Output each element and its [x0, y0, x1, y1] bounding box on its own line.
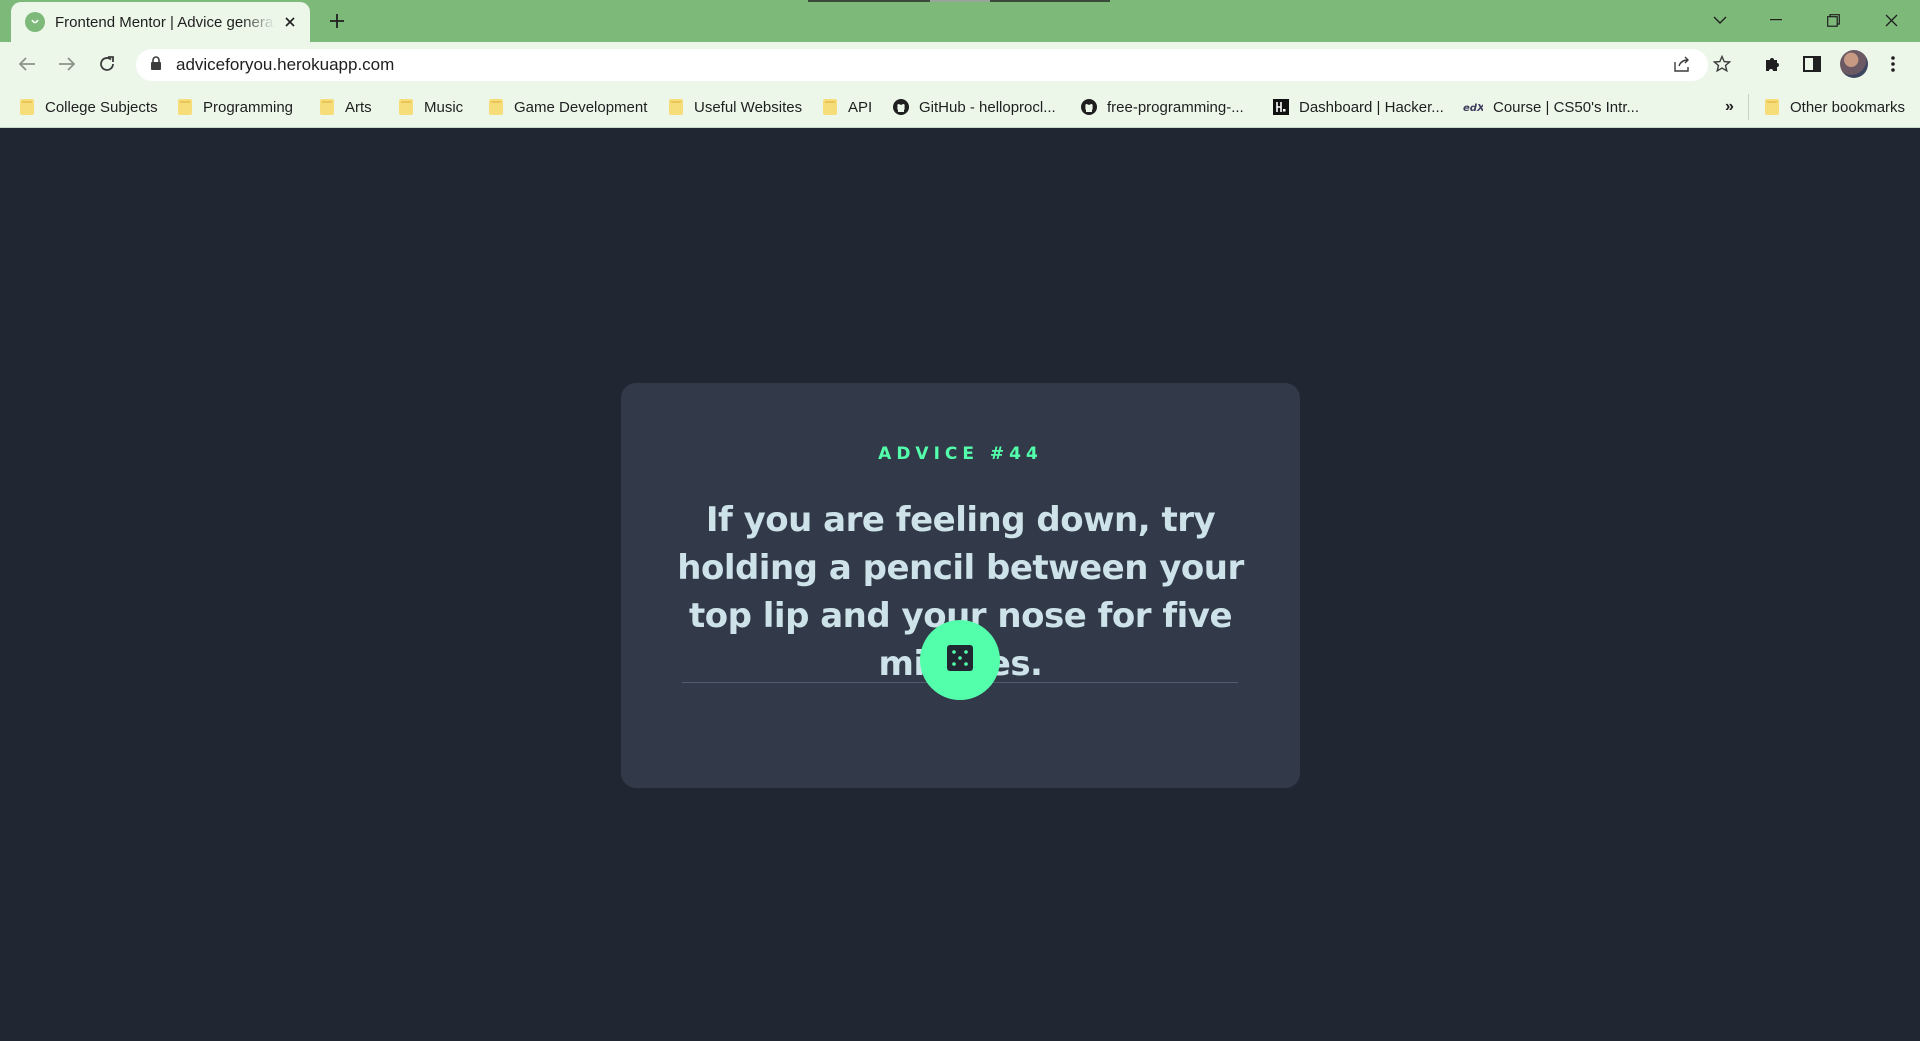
bookmark-label: College Subjects: [45, 98, 158, 116]
page-viewport: ADVICE #44 If you are feeling down, try …: [0, 129, 1920, 1041]
bookmark-music[interactable]: Music: [398, 96, 463, 118]
tab-search-chevron-down-icon[interactable]: [1700, 4, 1740, 36]
share-icon[interactable]: [1668, 49, 1696, 79]
restore-window-icon[interactable]: [1813, 4, 1853, 36]
folder-icon: [319, 99, 335, 115]
bookmark-label: GitHub - helloprocl...: [919, 98, 1056, 116]
bookmark-free-programming[interactable]: free-programming-...: [1081, 96, 1244, 118]
forward-arrow-icon[interactable]: [53, 50, 81, 78]
folder-icon: [398, 99, 414, 115]
address-bar[interactable]: adviceforyou.herokuapp.com: [136, 49, 1708, 81]
bookmark-course-cs50[interactable]: edX Course | CS50's Intr...: [1463, 96, 1639, 118]
lock-icon: [150, 55, 162, 75]
bookmarks-overflow-chevron-icon[interactable]: »: [1725, 96, 1734, 118]
bookmark-github-helloprocl[interactable]: GitHub - helloprocl...: [893, 96, 1056, 118]
advice-heading: ADVICE #44: [878, 444, 1043, 464]
bookmark-label: Programming: [203, 98, 294, 116]
folder-icon: [488, 99, 504, 115]
github-icon: [893, 99, 909, 115]
bookmark-api[interactable]: API: [822, 96, 872, 118]
browser-tab-active[interactable]: Frontend Mentor | Advice generator app: [11, 2, 310, 42]
profile-avatar[interactable]: [1840, 50, 1868, 78]
close-window-icon[interactable]: [1871, 4, 1911, 36]
drag-bar-highlight: [930, 0, 990, 2]
bookmark-useful-websites[interactable]: Useful Websites: [668, 96, 802, 118]
divider-line-left: [682, 682, 927, 683]
menu-kebab-icon[interactable]: [1879, 50, 1907, 78]
bookmark-label: Course | CS50's Intr...: [1493, 98, 1639, 116]
advice-card: ADVICE #44 If you are feeling down, try …: [621, 383, 1300, 788]
tab-close-icon[interactable]: [280, 12, 300, 32]
dice-icon: [947, 644, 973, 676]
bookmark-label: API: [848, 98, 873, 116]
bookmark-game-development[interactable]: Game Development: [488, 96, 647, 118]
bookmark-label: Game Development: [514, 98, 648, 116]
bookmark-star-icon[interactable]: [1708, 49, 1736, 79]
back-arrow-icon[interactable]: [13, 50, 41, 78]
extensions-puzzle-icon[interactable]: [1758, 50, 1786, 78]
browser-toolbar: adviceforyou.herokuapp.com: [0, 42, 1920, 86]
bookmark-label: Dashboard | Hacker...: [1299, 98, 1444, 116]
folder-icon: [668, 99, 684, 115]
bookmarks-separator: [1748, 94, 1749, 120]
bookmark-label: Other bookmarks: [1790, 98, 1906, 116]
bookmark-label: Arts: [345, 98, 372, 116]
bookmark-college-subjects[interactable]: College Subjects: [19, 96, 158, 118]
folder-icon: [1764, 99, 1780, 115]
bookmark-arts[interactable]: Arts: [319, 96, 372, 118]
bookmarks-bar: College Subjects Programming Arts Music …: [0, 86, 1920, 128]
new-tab-plus-icon[interactable]: [324, 8, 350, 34]
minimize-icon[interactable]: [1756, 4, 1796, 36]
url-text: adviceforyou.herokuapp.com: [176, 55, 395, 74]
reload-icon[interactable]: [93, 50, 121, 78]
bookmark-label: Useful Websites: [694, 98, 803, 116]
folder-icon: [177, 99, 193, 115]
generate-advice-button[interactable]: [920, 620, 1000, 700]
folder-icon: [822, 99, 838, 115]
bookmark-programming[interactable]: Programming: [177, 96, 293, 118]
bookmark-label: Music: [424, 98, 464, 116]
hackerrank-icon: [1273, 99, 1289, 115]
bookmark-other-bookmarks[interactable]: Other bookmarks: [1764, 96, 1905, 118]
site-favicon-icon: [25, 12, 45, 32]
tab-strip: Frontend Mentor | Advice generator app: [0, 0, 1920, 42]
svg-text:edX: edX: [1463, 103, 1483, 113]
divider-line-right: [993, 682, 1238, 683]
side-panel-icon[interactable]: [1798, 50, 1826, 78]
folder-icon: [19, 99, 35, 115]
github-icon: [1081, 99, 1097, 115]
bookmark-dashboard-hackerrank[interactable]: Dashboard | Hacker...: [1273, 96, 1444, 118]
edx-icon: edX: [1463, 99, 1483, 115]
bookmark-label: free-programming-...: [1107, 98, 1244, 116]
tab-title: Frontend Mentor | Advice generator app: [55, 13, 275, 31]
